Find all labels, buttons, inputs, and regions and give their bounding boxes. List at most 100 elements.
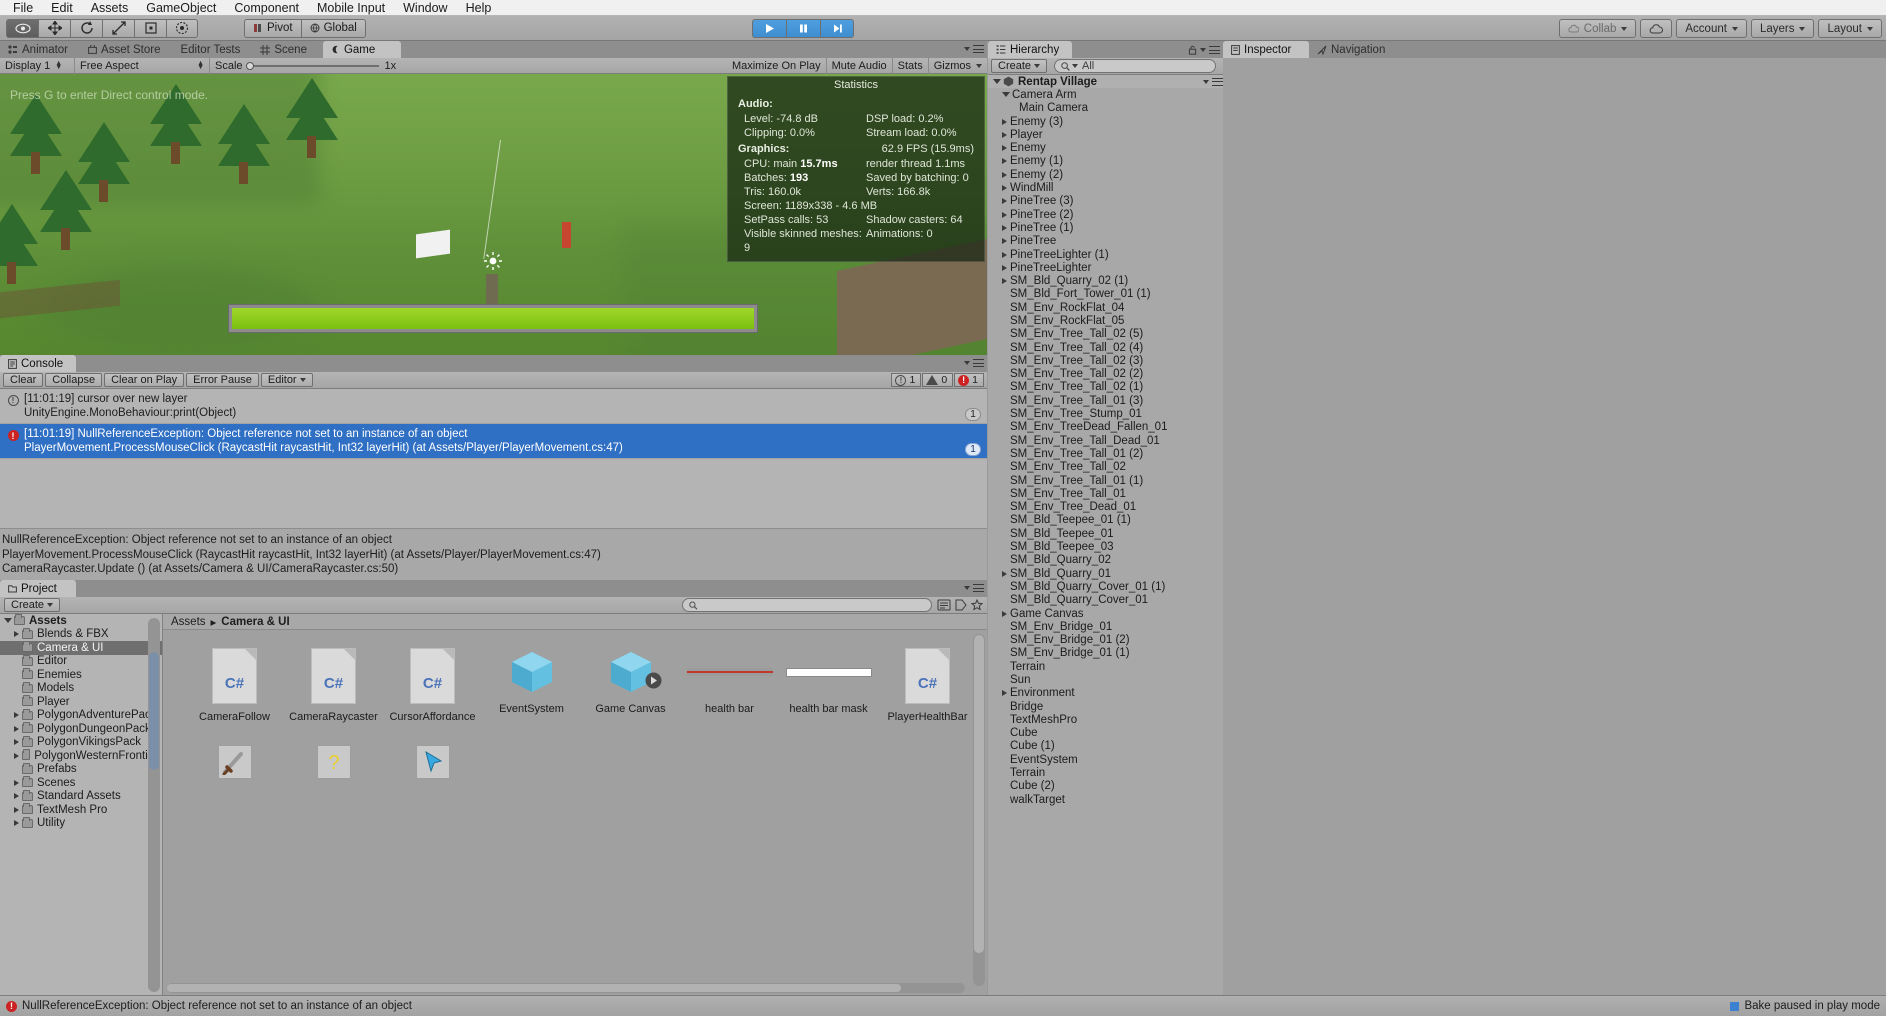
scale-slider-group[interactable]: Scale 1x: [210, 58, 401, 74]
chevron-down-icon[interactable]: [4, 618, 12, 624]
scene-context-menu[interactable]: [1203, 77, 1223, 86]
console-log-entry[interactable]: ! [11:01:19] NullReferenceException: Obj…: [0, 424, 987, 459]
hierarchy-item[interactable]: SM_Bld_Teepee_01 (1): [988, 514, 1223, 527]
asset-item[interactable]: health bar mask: [779, 648, 878, 723]
chevron-right-icon[interactable]: [14, 631, 19, 638]
hierarchy-item[interactable]: SM_Bld_Quarry_Cover_01 (1): [988, 580, 1223, 593]
hierarchy-item[interactable]: SM_Bld_Quarry_02: [988, 554, 1223, 567]
project-tree-item[interactable]: Editor: [0, 654, 162, 669]
breadcrumb-root[interactable]: Assets: [171, 616, 206, 628]
hierarchy-item[interactable]: Cube (2): [988, 780, 1223, 793]
hierarchy-object-list[interactable]: Camera Arm Main Camera Enemy (3) Player Enem…: [988, 88, 1223, 989]
project-tree-item[interactable]: Utility: [0, 816, 162, 831]
hierarchy-item[interactable]: PineTreeLighter: [988, 261, 1223, 274]
rect-tool-button[interactable]: [134, 18, 166, 38]
pause-button[interactable]: [786, 19, 820, 38]
console-warning-count[interactable]: 0: [922, 373, 954, 387]
tab-animator[interactable]: Animator: [0, 41, 80, 58]
scale-slider-knob[interactable]: [245, 61, 254, 70]
hierarchy-item[interactable]: Main Camera: [988, 102, 1223, 115]
chevron-right-icon[interactable]: [1002, 185, 1007, 192]
game-render-surface[interactable]: Press G to enter Direct control mode. St…: [0, 74, 987, 355]
label-filter-icon[interactable]: [955, 599, 967, 611]
hierarchy-search-input[interactable]: All: [1054, 59, 1217, 73]
console-info-count[interactable]: ! 1: [891, 373, 922, 387]
chevron-right-icon[interactable]: [1002, 118, 1007, 125]
project-folder-tree[interactable]: Assets Blends & FBX Camera & UI Editor Enemi…: [0, 614, 163, 996]
tab-scene[interactable]: Scene: [252, 41, 319, 58]
chevron-right-icon[interactable]: [1002, 251, 1007, 258]
project-tree-item[interactable]: Models: [0, 681, 162, 696]
project-tree-item[interactable]: Scenes: [0, 776, 162, 790]
asset-preview-play-icon[interactable]: [645, 672, 662, 689]
chevron-right-icon[interactable]: [14, 820, 19, 827]
hierarchy-item[interactable]: SM_Env_Tree_Tall_02 (2): [988, 368, 1223, 381]
hierarchy-item[interactable]: SM_Bld_Fort_Tower_01 (1): [988, 288, 1223, 301]
menu-item-edit[interactable]: Edit: [42, 0, 82, 16]
hierarchy-item[interactable]: SM_Bld_Quarry_01: [988, 567, 1223, 580]
chevron-right-icon[interactable]: [14, 779, 19, 786]
chevron-right-icon[interactable]: [14, 806, 19, 813]
asset-item[interactable]: C# CursorAffordance: [383, 648, 482, 723]
hierarchy-item[interactable]: PineTreeLighter (1): [988, 248, 1223, 261]
hierarchy-item[interactable]: SM_Env_RockFlat_05: [988, 314, 1223, 327]
project-tree-item[interactable]: Assets: [0, 614, 162, 628]
tab-asset-store[interactable]: Asset Store: [80, 41, 172, 58]
hierarchy-item[interactable]: SM_Env_Tree_Tall_02 (3): [988, 354, 1223, 367]
aspect-dropdown[interactable]: Free Aspect ▲ ▼: [75, 57, 210, 74]
gizmos-dropdown[interactable]: Gizmos: [929, 58, 987, 74]
console-log-entry[interactable]: ! [11:01:19] cursor over new layer Unity…: [0, 389, 987, 424]
project-tree-item[interactable]: Enemies: [0, 668, 162, 682]
tab-inspector[interactable]: Inspector: [1223, 41, 1309, 58]
asset-item[interactable]: C# PlayerHealthBar: [878, 648, 977, 723]
hierarchy-item[interactable]: Sun: [988, 673, 1223, 686]
menu-item-gameobject[interactable]: GameObject: [137, 0, 225, 16]
hierarchy-item[interactable]: SM_Env_Bridge_01 (1): [988, 647, 1223, 660]
project-tree-item[interactable]: Prefabs: [0, 762, 162, 777]
global-button[interactable]: Global: [300, 18, 366, 38]
chevron-right-icon[interactable]: [1002, 158, 1007, 165]
chevron-right-icon[interactable]: [1002, 690, 1007, 697]
hierarchy-scene-root[interactable]: Rentap Village: [988, 75, 1223, 89]
hierarchy-item[interactable]: Cube (1): [988, 740, 1223, 753]
favorite-star-icon[interactable]: [971, 599, 983, 611]
chevron-down-icon[interactable]: [1002, 92, 1010, 98]
tab-editor-tests[interactable]: Editor Tests: [172, 41, 252, 58]
project-tree-item[interactable]: PolygonWesternFrontier: [0, 749, 162, 763]
hierarchy-item[interactable]: PineTree (3): [988, 195, 1223, 208]
hierarchy-create-button[interactable]: Create: [991, 59, 1048, 73]
hierarchy-item[interactable]: SM_Env_Tree_Tall_02: [988, 461, 1223, 474]
rotate-tool-button[interactable]: [70, 18, 102, 38]
asset-item[interactable]: EventSystem: [482, 648, 581, 723]
lock-icon[interactable]: [1188, 45, 1197, 55]
chevron-right-icon[interactable]: [1002, 610, 1007, 617]
project-tree-item[interactable]: Camera & UI: [0, 641, 162, 655]
project-tree-item[interactable]: Blends & FBX: [0, 627, 162, 642]
chevron-down-icon[interactable]: [993, 79, 1001, 85]
chevron-right-icon[interactable]: [1002, 131, 1007, 138]
hierarchy-item[interactable]: Enemy (2): [988, 168, 1223, 181]
hierarchy-item[interactable]: Terrain: [988, 660, 1223, 673]
chevron-right-icon[interactable]: [1002, 278, 1007, 285]
stats-toggle[interactable]: Stats: [893, 57, 929, 74]
chevron-right-icon[interactable]: [1002, 238, 1007, 245]
chevron-right-icon[interactable]: [1002, 198, 1007, 205]
hierarchy-item[interactable]: SM_Env_TreeDead_Fallen_01: [988, 421, 1223, 434]
menu-item-assets[interactable]: Assets: [82, 0, 138, 16]
hierarchy-item[interactable]: SM_Env_Tree_Tall_01 (3): [988, 394, 1223, 407]
console-panel-menu[interactable]: [964, 359, 984, 367]
hierarchy-item[interactable]: SM_Bld_Quarry_Cover_01: [988, 594, 1223, 607]
hand-tool-button[interactable]: [6, 18, 38, 38]
chevron-right-icon[interactable]: [1002, 570, 1007, 577]
chevron-right-icon[interactable]: [14, 725, 19, 732]
play-button[interactable]: [752, 19, 786, 38]
hierarchy-item[interactable]: Enemy (3): [988, 115, 1223, 128]
hierarchy-item[interactable]: SM_Env_Bridge_01 (2): [988, 633, 1223, 646]
console-error-count[interactable]: ! 1: [954, 373, 984, 387]
hierarchy-item[interactable]: SM_Bld_Teepee_01: [988, 527, 1223, 540]
layout-button[interactable]: Layout: [1818, 19, 1882, 38]
asset-item[interactable]: C# CameraRaycaster: [284, 648, 383, 723]
asset-item[interactable]: Game Canvas: [581, 648, 680, 723]
hierarchy-item[interactable]: walkTarget: [988, 793, 1223, 806]
hierarchy-item[interactable]: SM_Env_Tree_Tall_02 (1): [988, 381, 1223, 394]
